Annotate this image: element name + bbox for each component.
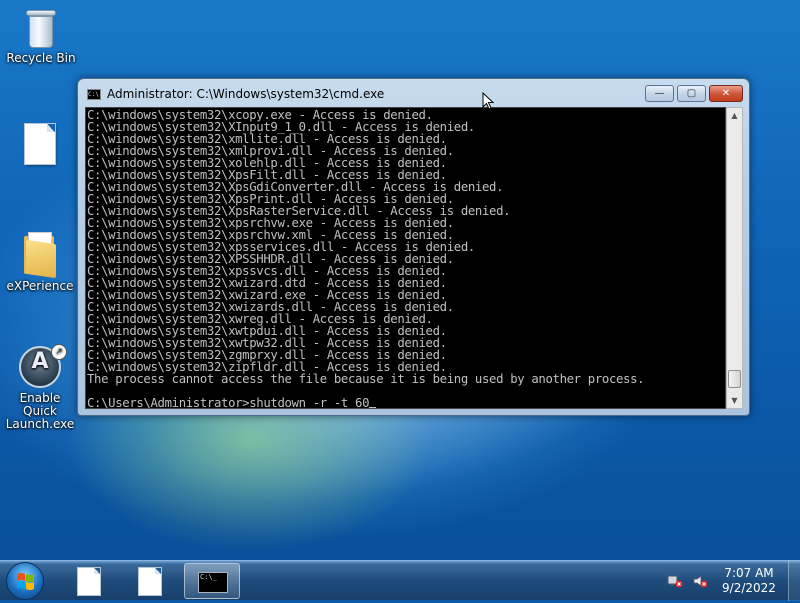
taskbar-item-document-1[interactable]: [61, 563, 117, 599]
command-input[interactable]: C:\Users\Administrator>shutdown -r -t 60: [87, 396, 369, 408]
text-cursor: [369, 407, 377, 408]
minimize-button[interactable]: —: [645, 85, 674, 102]
system-clock[interactable]: 7:07 AM 9/2/2022: [716, 566, 782, 596]
desktop-icon-label: eXPerience: [6, 279, 74, 293]
taskbar-item-document-2[interactable]: [122, 563, 178, 599]
quick-launch-icon: A ↗: [19, 344, 67, 388]
windows-logo-icon: [17, 573, 34, 590]
desktop-icon-enable-quick-launch[interactable]: A ↗ Enable Quick Launch.exe: [1, 344, 79, 431]
desktop: Recycle Bin eXPerience A ↗ Enable Quick L…: [0, 0, 800, 560]
show-desktop-button[interactable]: [788, 561, 800, 601]
scroll-down-arrow-icon[interactable]: ▼: [727, 393, 742, 408]
command-prompt-icon: C:\: [87, 89, 101, 100]
start-button[interactable]: [6, 562, 44, 600]
taskbar: C:\_ 7:07 AM 9/2/2022: [0, 560, 800, 601]
window-title: Administrator: C:\Windows\system32\cmd.e…: [107, 87, 385, 101]
close-button[interactable]: ✕: [709, 85, 743, 102]
recycle-bin-icon: [26, 8, 56, 48]
desktop-icon-label: Recycle Bin: [6, 51, 76, 65]
maximize-button[interactable]: ▢: [677, 85, 706, 102]
vertical-scrollbar[interactable]: ▲ ▼: [726, 107, 743, 409]
mouse-cursor-icon: [482, 92, 494, 110]
taskbar-item-cmd[interactable]: C:\_: [184, 563, 240, 599]
console-line: The process cannot access the file becau…: [87, 372, 645, 386]
folder-icon: [22, 232, 58, 279]
document-icon: [78, 568, 100, 595]
desktop-icon-recycle-bin[interactable]: Recycle Bin: [2, 8, 80, 65]
document-icon: [25, 124, 55, 164]
volume-muted-icon[interactable]: [692, 573, 708, 589]
clock-time: 7:07 AM: [724, 566, 774, 580]
window-titlebar[interactable]: C:\ Administrator: C:\Windows\system32\c…: [78, 79, 749, 107]
desktop-icon-document[interactable]: [1, 124, 79, 168]
scroll-up-arrow-icon[interactable]: ▲: [727, 108, 742, 123]
console-lines: C:\windows\system32\xcopy.exe - Access i…: [86, 109, 645, 408]
desktop-icon-experience[interactable]: eXPerience: [1, 232, 79, 293]
scrollbar-thumb[interactable]: [728, 370, 741, 388]
command-prompt-line[interactable]: C:\Users\Administrator>shutdown -r -t 60: [87, 396, 644, 408]
network-icon[interactable]: [667, 573, 683, 589]
clock-date: 9/2/2022: [722, 581, 776, 595]
cmd-window[interactable]: C:\ Administrator: C:\Windows\system32\c…: [77, 78, 750, 416]
desktop-icon-label: Enable Quick Launch.exe: [5, 391, 75, 431]
command-prompt-icon: C:\_: [198, 572, 228, 593]
document-icon: [139, 568, 161, 595]
console-output[interactable]: C:\windows\system32\xcopy.exe - Access i…: [85, 107, 726, 409]
